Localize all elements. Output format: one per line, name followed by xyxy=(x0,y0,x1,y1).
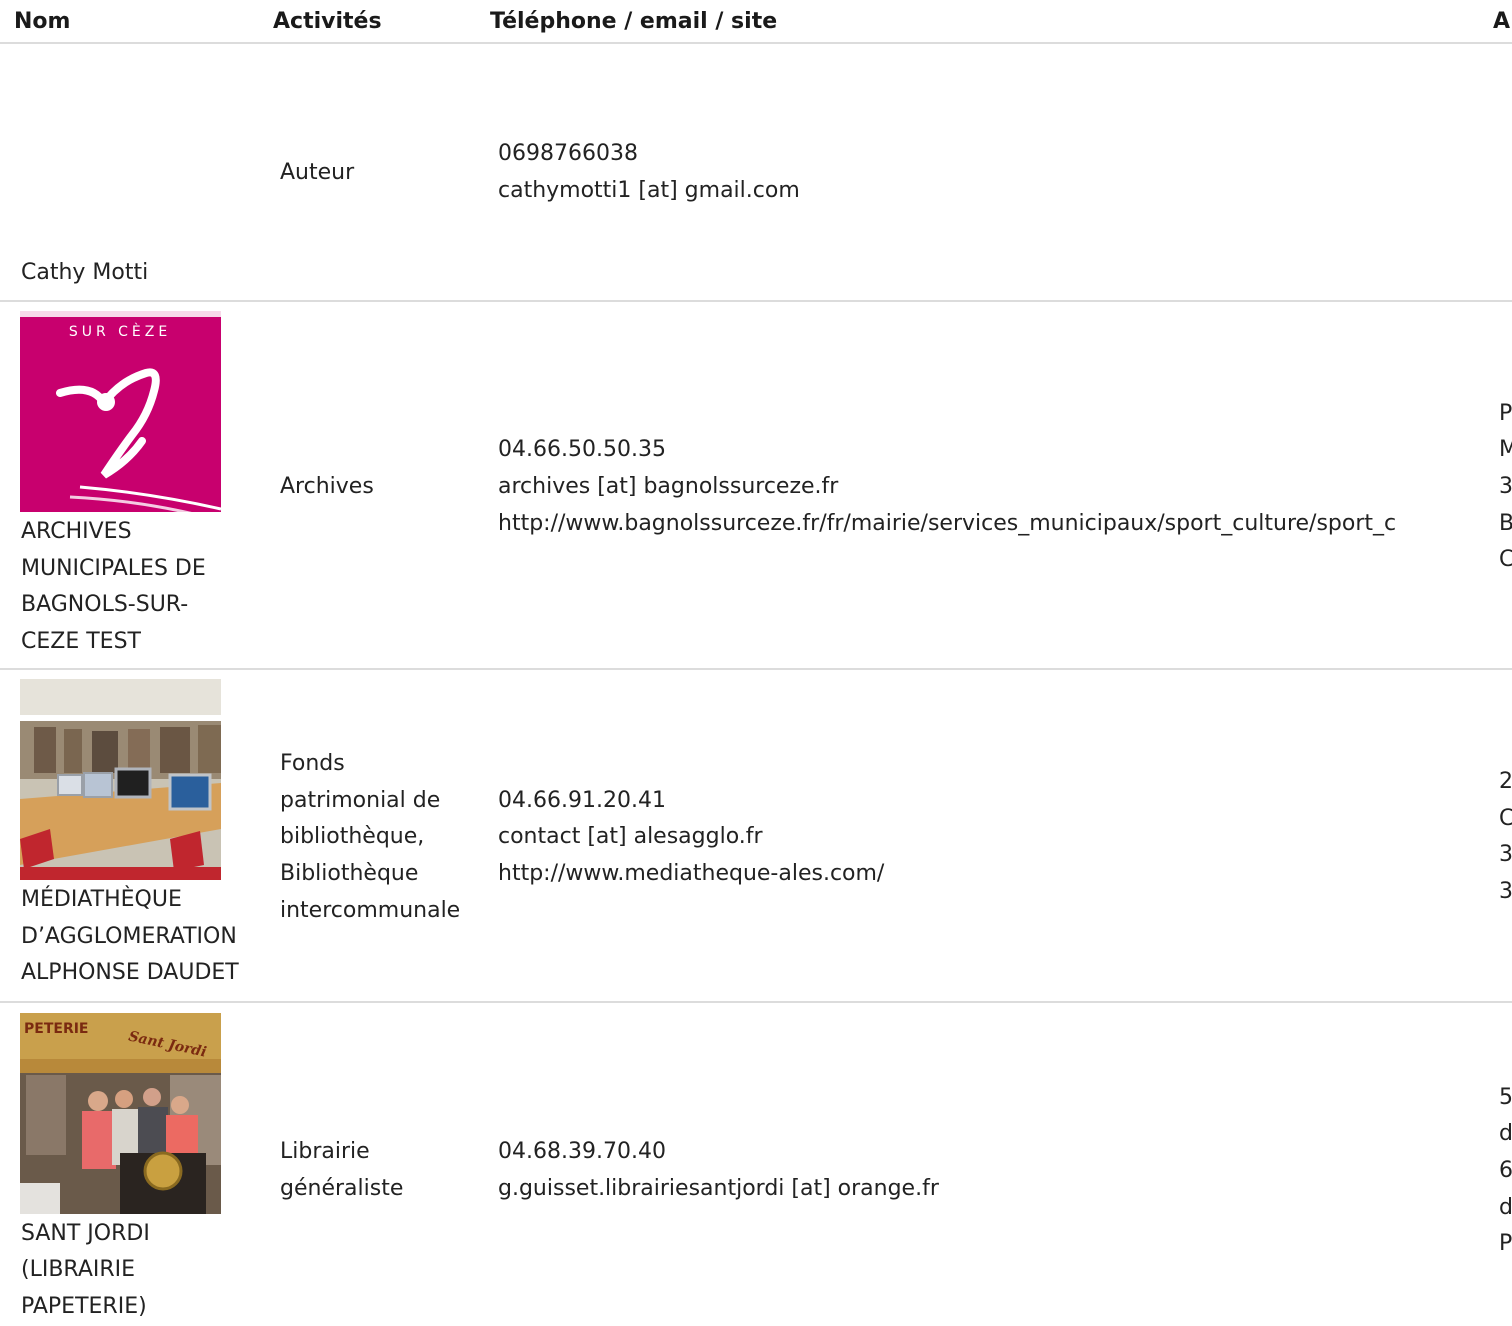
email-address: cathymotti1 [at] gmail.com xyxy=(498,178,800,203)
organisation-name[interactable]: Cathy Motti xyxy=(21,255,148,292)
website-link[interactable]: http://www.bagnolssurceze.fr/fr/mairie/s… xyxy=(498,506,1476,543)
activity-text: Archives xyxy=(280,474,374,499)
svg-text:SUR CÈZE: SUR CÈZE xyxy=(69,323,171,340)
table-row: SUR CÈZE ARCHIVES MUNICIPALES DE BAGNOLS… xyxy=(0,302,1512,670)
column-header-nom: Nom xyxy=(14,9,71,34)
email-address: g.guisset.librairiesantjordi [at] orange… xyxy=(498,1176,939,1201)
archives-logo-image[interactable]: SUR CÈZE xyxy=(20,311,221,512)
column-header-adresse: A xyxy=(1493,9,1511,34)
table-row: MÉDIATHÈQUE D’AGGLOMERATION ALPHONSE DAU… xyxy=(0,670,1512,1003)
mediatheque-photo[interactable] xyxy=(20,679,221,880)
website-link[interactable]: http://www.mediatheque-ales.com/ xyxy=(498,856,884,893)
table-row: Cathy Motti Auteur 0698766038 cathymotti… xyxy=(0,44,1512,302)
phone-number: 04.66.50.50.35 xyxy=(498,437,666,462)
table-row: PETERIE Sant Jordi SANT JORDI (LIBRAIRIE… xyxy=(0,1003,1512,1321)
phone-number: 04.68.39.70.40 xyxy=(498,1139,666,1164)
sant-jordi-photo[interactable]: PETERIE Sant Jordi xyxy=(20,1013,221,1214)
activity-text: Auteur xyxy=(280,160,355,185)
svg-text:PETERIE: PETERIE xyxy=(24,1021,89,1037)
email-address: contact [at] alesagglo.fr xyxy=(498,824,763,849)
table-header: Nom Activités Téléphone / email / site A xyxy=(0,0,1512,44)
phone-number: 0698766038 xyxy=(498,141,638,166)
column-header-contact: Téléphone / email / site xyxy=(490,9,778,34)
phone-number: 04.66.91.20.41 xyxy=(498,788,666,813)
column-header-activites: Activités xyxy=(273,9,382,34)
email-address: archives [at] bagnolssurceze.fr xyxy=(498,474,839,499)
